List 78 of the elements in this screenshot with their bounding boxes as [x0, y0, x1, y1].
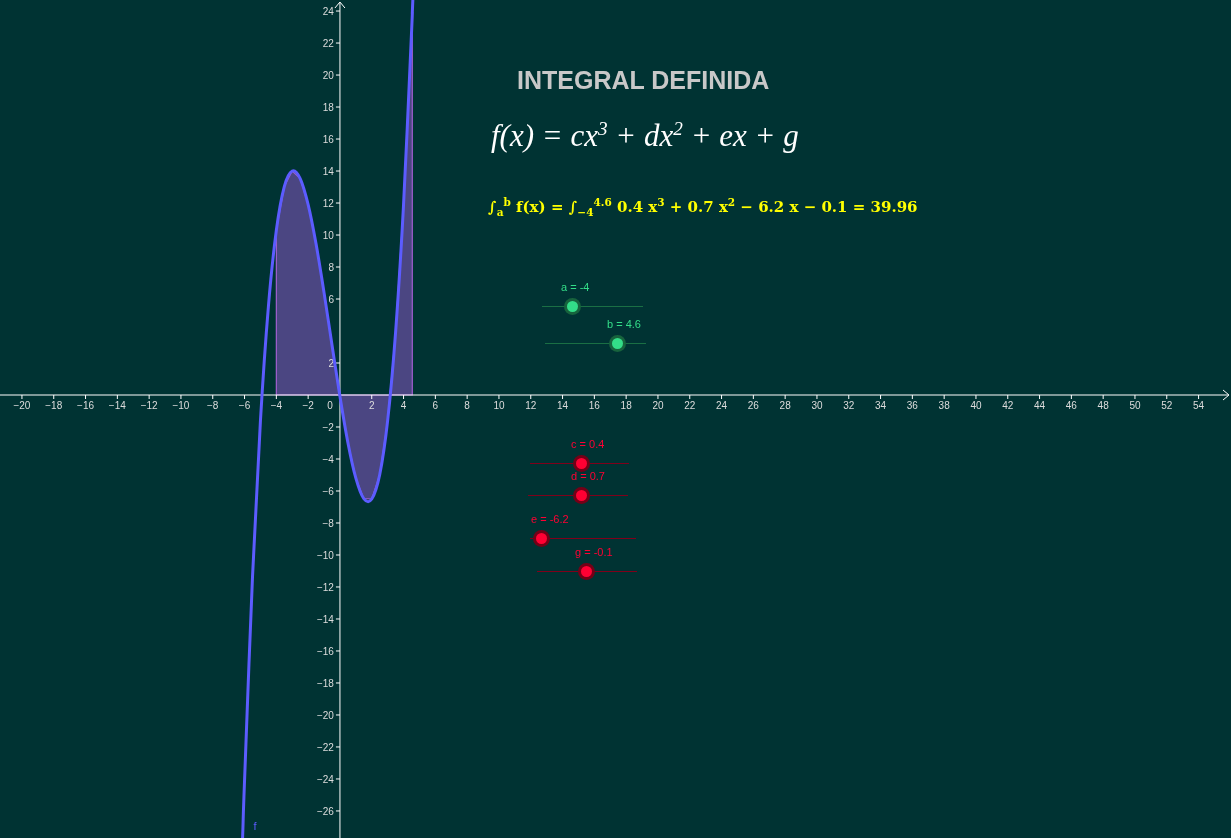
tick-label: 32	[843, 400, 855, 411]
tick-label: 48	[1097, 400, 1109, 411]
slider-handle[interactable]	[575, 458, 587, 469]
slider-label: d = 0.7	[571, 470, 605, 482]
slider-handle[interactable]	[536, 533, 548, 544]
tick-label: 6	[328, 294, 334, 305]
slider-label: b = 4.6	[607, 318, 641, 330]
tick-label: 24	[716, 400, 728, 411]
tick-label: −6	[322, 486, 334, 497]
tick-label: −16	[77, 400, 95, 411]
tick-label: −16	[317, 646, 334, 657]
tick-label: −4	[322, 454, 334, 465]
tick-label: 20	[652, 400, 664, 411]
tick-label: −8	[207, 400, 219, 411]
slider-handle[interactable]	[566, 301, 578, 312]
tick-label: −14	[317, 614, 334, 625]
tick-label: 46	[1065, 400, 1077, 411]
tick-label: 4	[400, 400, 407, 411]
tick-label: 54	[1193, 400, 1205, 411]
tick-label: 40	[970, 400, 982, 411]
slider-label: a = -4	[561, 281, 590, 293]
tick-label: 12	[322, 198, 334, 209]
tick-label: 20	[322, 70, 334, 82]
tick-label: −24	[317, 773, 334, 785]
tick-label: 2	[328, 358, 334, 369]
tick-label: −4	[270, 400, 283, 411]
tick-label: −10	[172, 400, 190, 411]
formula: f(x) = cx$^{3}$ + dx$^{2}$ + ex + g	[491, 118, 799, 155]
tick-label: 6	[432, 400, 439, 411]
tick-label: −26	[317, 805, 334, 817]
tick-label: 16	[322, 134, 334, 146]
tick-label: 36	[906, 400, 918, 411]
slider-label: g = -0.1	[575, 546, 613, 558]
tick-label: 18	[322, 102, 334, 114]
page-title: INTEGRAL DEFINIDA	[517, 66, 770, 95]
tick-label: −18	[45, 400, 63, 411]
tick-label: 10	[493, 400, 505, 411]
tick-label: −12	[140, 400, 158, 411]
slider-label: e = -6.2	[531, 513, 569, 525]
tick-label: 14	[322, 166, 334, 177]
tick-label: −6	[238, 400, 251, 411]
tick-label: 30	[811, 400, 823, 411]
tick-label: 26	[747, 400, 759, 411]
tick-label: −2	[322, 422, 334, 433]
tick-label: 16	[588, 400, 600, 411]
tick-label: −12	[317, 582, 334, 593]
tick-label: −22	[317, 741, 334, 753]
tick-label: −20	[317, 709, 334, 721]
slider-handle[interactable]	[612, 338, 624, 349]
tick-label: −2	[302, 400, 314, 411]
tick-label: 34	[875, 400, 887, 411]
tick-label: 52	[1161, 400, 1173, 411]
tick-label: −10	[317, 550, 334, 561]
tick-label: 42	[1002, 400, 1014, 411]
slider-label: c = 0.4	[571, 438, 605, 450]
tick-label: 8	[328, 262, 334, 273]
tick-label: 18	[620, 400, 632, 411]
tick-label: 24	[322, 6, 334, 18]
slider-handle[interactable]	[575, 490, 587, 501]
slider-handle[interactable]	[580, 566, 592, 577]
curve-label: f	[253, 820, 257, 832]
tick-label: 8	[464, 400, 470, 411]
origin-label: 0	[327, 400, 333, 411]
tick-label: 2	[368, 400, 375, 411]
tick-label: 12	[525, 400, 537, 411]
tick-label: 22	[684, 400, 696, 411]
tick-label: 44	[1034, 400, 1046, 411]
tick-label: −14	[108, 400, 126, 411]
tick-label: 38	[938, 400, 950, 411]
tick-label: 22	[322, 38, 334, 50]
tick-label: 50	[1129, 400, 1141, 411]
tick-label: 28	[779, 400, 791, 411]
tick-label: −8	[322, 518, 334, 529]
tick-label: −20	[13, 400, 31, 411]
tick-label: 10	[322, 230, 334, 241]
tick-label: 14	[557, 400, 569, 411]
tick-label: −18	[317, 677, 334, 689]
integral-formula: ∫$_{a}$$^{b}$ f(x) = ∫$_{−4}$$^{4.6}$ 0.4 x$^{3}$ + 0.7 x$^{2}$ − 6.2 x − 0.1 = 39.96	[488, 196, 918, 218]
